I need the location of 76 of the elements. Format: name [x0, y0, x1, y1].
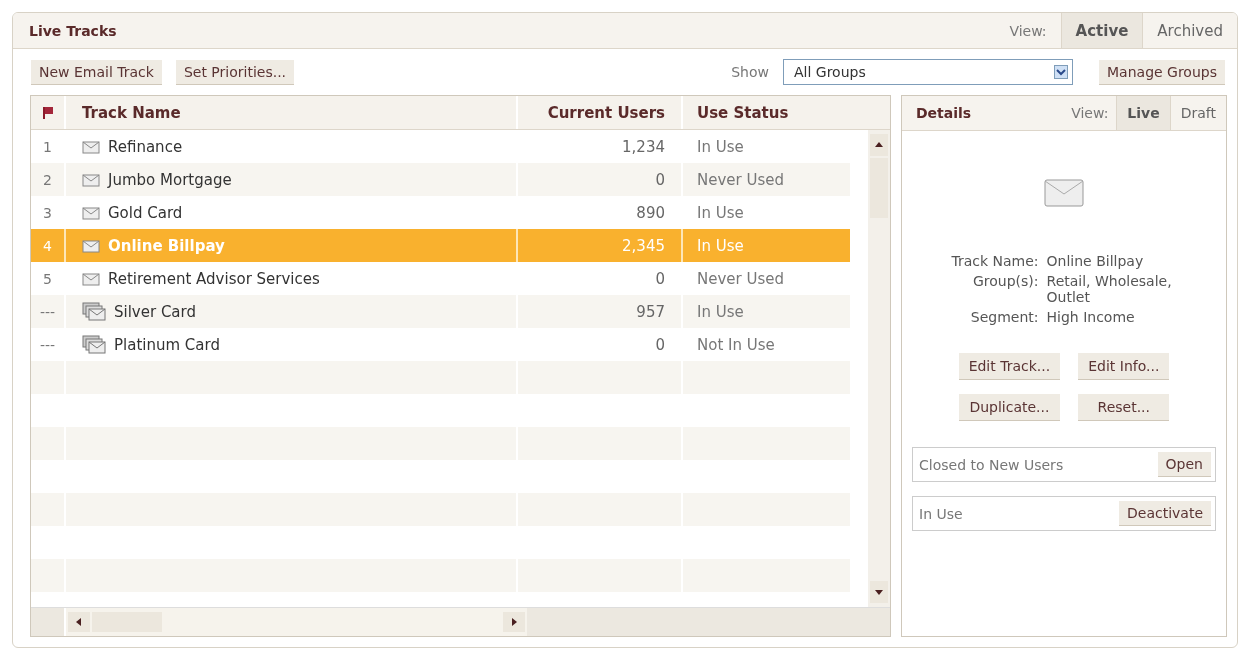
track-name: Platinum Card — [114, 335, 220, 354]
use-status: Not In Use — [697, 335, 775, 354]
view-label: View: — [1070, 105, 1110, 121]
state-button[interactable]: Open — [1157, 452, 1211, 477]
user-count: 1,234 — [622, 137, 665, 156]
table-row[interactable]: 2 Jumbo Mortgage 0 Never Used — [31, 163, 850, 196]
panel-title: Live Tracks — [28, 22, 118, 39]
row-number: --- — [39, 336, 56, 353]
use-status: Never Used — [697, 269, 785, 288]
user-count: 0 — [655, 170, 665, 189]
toolbar-button[interactable]: Set Priorities... — [175, 59, 295, 85]
use-status: In Use — [697, 203, 744, 222]
view-label: View: — [1008, 22, 1048, 39]
envelope-icon — [82, 139, 100, 154]
toolbar-button[interactable]: New Email Track — [31, 59, 162, 85]
user-count: 957 — [636, 302, 665, 321]
use-status: In Use — [697, 302, 744, 321]
row-number: 4 — [43, 237, 52, 254]
envelope-icon — [82, 172, 100, 187]
vertical-scrollbar[interactable] — [868, 130, 890, 607]
group-select[interactable]: All Groups — [783, 59, 1073, 85]
track-name: Retirement Advisor Services — [108, 269, 320, 288]
envelope-stack-icon — [82, 301, 106, 322]
field-label: Group(s): — [972, 273, 1039, 291]
action-button[interactable]: Edit Track... — [958, 353, 1061, 380]
flag-icon — [41, 106, 54, 119]
field-label: Track Name: — [951, 253, 1039, 269]
envelope-icon — [82, 238, 100, 253]
view-tab[interactable]: Draft — [1169, 96, 1226, 130]
user-count: 0 — [655, 335, 665, 354]
table-row[interactable]: --- Silver Card 957 In Use — [31, 295, 850, 328]
horizontal-scrollbar[interactable] — [66, 608, 527, 636]
use-status: In Use — [697, 137, 744, 156]
use-status: Never Used — [697, 170, 785, 189]
use-status: In Use — [697, 236, 744, 255]
column-header[interactable]: Current Users — [518, 96, 683, 129]
scroll-up-icon[interactable] — [870, 134, 888, 156]
field-label: Segment: — [969, 309, 1039, 325]
scroll-right-icon[interactable] — [503, 612, 525, 632]
column-header[interactable]: Track Name — [66, 96, 518, 129]
view-tab[interactable]: Active — [1060, 13, 1143, 48]
column-header[interactable]: Use Status — [683, 96, 850, 129]
track-name: Online Billpay — [108, 236, 225, 255]
user-count: 0 — [655, 269, 665, 288]
row-number: --- — [39, 303, 56, 320]
track-name: Refinance — [108, 137, 183, 156]
track-name: Gold Card — [108, 203, 183, 222]
scroll-left-icon[interactable] — [68, 612, 90, 632]
show-label: Show — [731, 64, 769, 80]
envelope-icon — [82, 271, 100, 286]
view-tab[interactable]: Live — [1116, 96, 1170, 130]
envelope-icon — [82, 205, 100, 220]
envelope-stack-icon — [82, 334, 106, 355]
state-text: Closed to New Users — [919, 456, 1064, 473]
scroll-down-icon[interactable] — [870, 581, 888, 603]
field-value: High Income — [1046, 309, 1136, 325]
action-button[interactable]: Duplicate... — [958, 394, 1061, 421]
details-title: Details — [915, 105, 973, 121]
action-button[interactable]: Edit Info... — [1078, 353, 1170, 380]
track-name: Jumbo Mortgage — [108, 170, 232, 189]
dropdown-icon[interactable] — [1054, 65, 1068, 79]
state-text: In Use — [919, 505, 963, 522]
field-value: Online Billpay — [1046, 253, 1145, 269]
row-number: 1 — [43, 138, 52, 155]
user-count: 2,345 — [622, 236, 665, 255]
state-button[interactable]: Deactivate — [1119, 501, 1211, 526]
field-value: Retail, Wholesale, Outlet — [1046, 273, 1173, 305]
track-name: Silver Card — [114, 302, 196, 321]
action-button[interactable]: Reset... — [1078, 394, 1170, 421]
row-number: 3 — [43, 204, 52, 221]
envelope-icon — [1044, 179, 1084, 207]
row-number: 2 — [43, 171, 52, 188]
user-count: 890 — [636, 203, 665, 222]
view-tab[interactable]: Archived — [1142, 13, 1237, 48]
row-number: 5 — [43, 270, 52, 287]
manage-groups-button[interactable]: Manage Groups — [1099, 59, 1225, 85]
